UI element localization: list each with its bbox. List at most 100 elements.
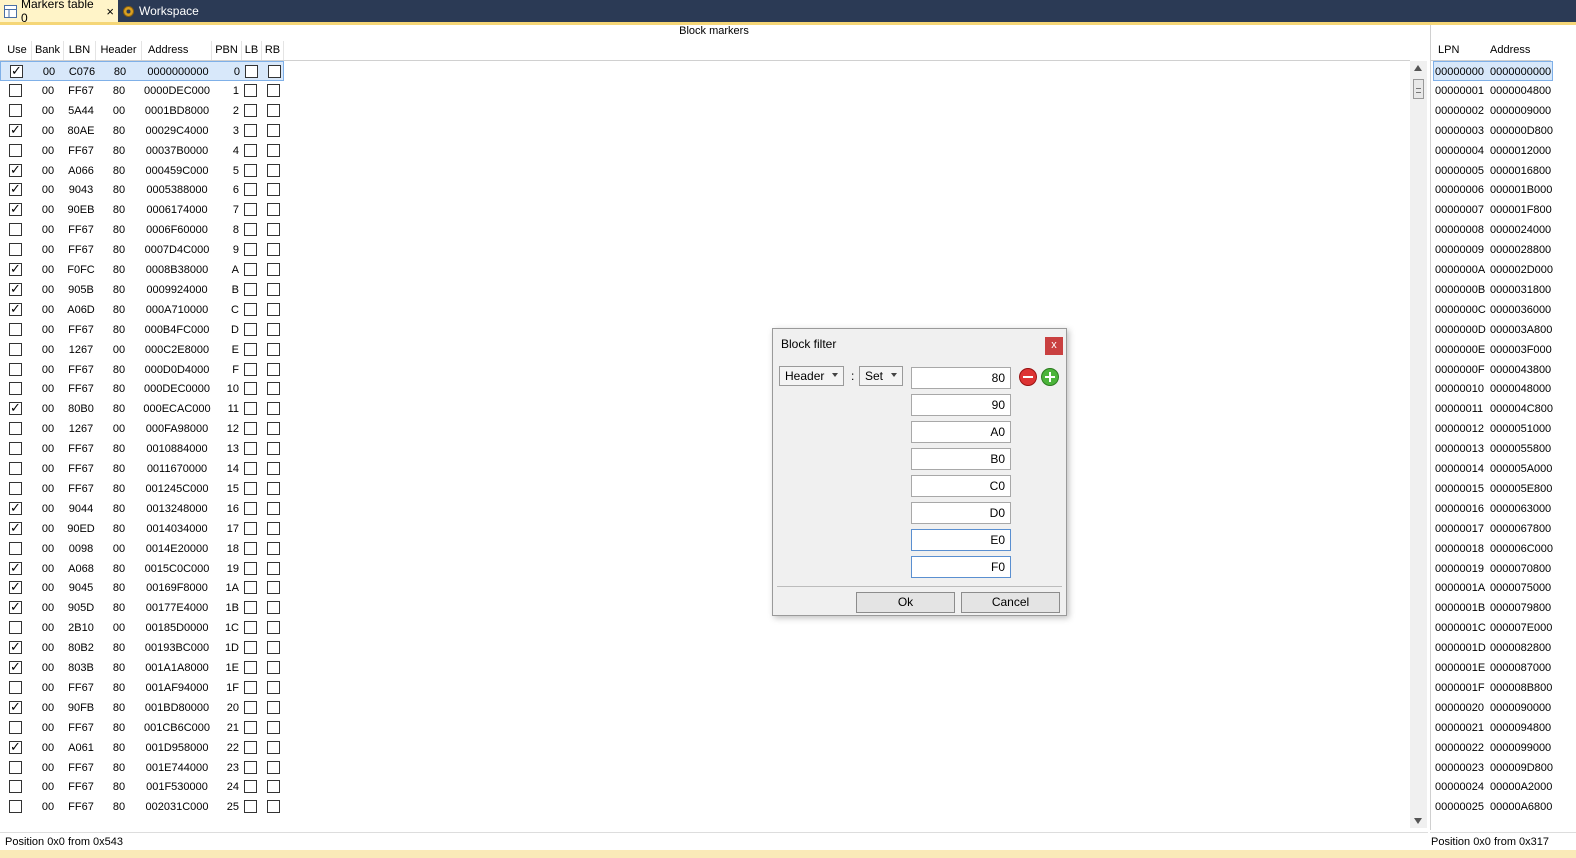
use-checkbox[interactable] xyxy=(9,162,22,178)
column-header-address[interactable]: Address xyxy=(142,41,212,60)
table-row[interactable]: 00 FF67 80 002031C000 25 xyxy=(0,797,300,817)
filter-value-input[interactable]: C0 xyxy=(911,475,1011,497)
lb-checkbox[interactable] xyxy=(244,342,257,356)
rb-checkbox[interactable] xyxy=(267,561,280,575)
rb-checkbox[interactable] xyxy=(267,362,280,376)
table-row[interactable]: 00 803B 80 001A1A8000 1E xyxy=(0,658,300,678)
rb-checkbox[interactable] xyxy=(267,621,280,635)
lpn-row[interactable]: 0000001E 0000087000 xyxy=(1431,658,1576,678)
rb-checkbox[interactable] xyxy=(267,163,280,177)
lb-checkbox[interactable] xyxy=(244,621,257,635)
lpn-row[interactable]: 0000000C 0000036000 xyxy=(1431,300,1576,320)
rb-checkbox[interactable] xyxy=(267,800,280,814)
lb-checkbox[interactable] xyxy=(244,700,257,714)
use-checkbox[interactable] xyxy=(9,281,22,297)
rb-checkbox[interactable] xyxy=(267,700,280,714)
use-checkbox[interactable] xyxy=(9,143,22,157)
lb-checkbox[interactable] xyxy=(244,163,257,177)
lb-checkbox[interactable] xyxy=(244,223,257,237)
rb-checkbox[interactable] xyxy=(267,243,280,257)
lb-checkbox[interactable] xyxy=(244,680,257,694)
use-checkbox[interactable] xyxy=(9,560,22,576)
lpn-row[interactable]: 00000006 000001B000 xyxy=(1431,180,1576,200)
column-header-rb[interactable]: RB xyxy=(262,41,284,60)
use-checkbox[interactable] xyxy=(9,739,22,755)
lpn-row[interactable]: 0000000F 0000043800 xyxy=(1431,360,1576,380)
table-row[interactable]: 00 FF67 80 001AF94000 1F xyxy=(0,678,300,698)
rb-checkbox[interactable] xyxy=(267,720,280,734)
use-checkbox[interactable] xyxy=(9,301,22,317)
lb-checkbox[interactable] xyxy=(244,661,257,674)
lpn-row[interactable]: 00000012 0000051000 xyxy=(1431,419,1576,439)
lb-checkbox[interactable] xyxy=(244,382,257,396)
table-row[interactable]: 00 80AE 80 00029C4000 3 xyxy=(0,121,300,141)
lpn-row[interactable]: 00000002 0000009000 xyxy=(1431,101,1576,121)
column-header-lpn-address[interactable]: Address xyxy=(1490,41,1550,60)
lpn-row[interactable]: 00000022 0000099000 xyxy=(1431,738,1576,758)
remove-value-icon[interactable] xyxy=(1019,368,1037,386)
table-row[interactable]: 00 FF67 80 000D0D4000 F xyxy=(0,360,300,380)
lb-checkbox[interactable] xyxy=(244,780,257,794)
lb-checkbox[interactable] xyxy=(244,641,257,655)
use-checkbox[interactable] xyxy=(9,500,22,516)
operator-select[interactable]: Set xyxy=(859,366,903,386)
use-checkbox[interactable] xyxy=(9,699,22,715)
use-checkbox[interactable] xyxy=(9,382,22,396)
column-header-header[interactable]: Header xyxy=(96,41,142,60)
table-row[interactable]: 00 FF67 80 0010884000 13 xyxy=(0,439,300,459)
lpn-row[interactable]: 0000000E 000003F000 xyxy=(1431,340,1576,360)
use-checkbox[interactable] xyxy=(9,680,22,694)
use-checkbox[interactable] xyxy=(9,261,22,277)
table-row[interactable]: 00 FF67 80 0000DEC000 1 xyxy=(0,81,300,101)
scroll-up-icon[interactable] xyxy=(1414,65,1422,71)
rb-checkbox[interactable] xyxy=(267,601,280,615)
table-row[interactable]: 00 2B10 00 00185D0000 1C xyxy=(0,618,300,638)
lpn-row[interactable]: 0000000D 000003A800 xyxy=(1431,320,1576,340)
column-header-lbn[interactable]: LBN xyxy=(64,41,96,60)
filter-value-input[interactable]: E0 xyxy=(911,529,1011,551)
lpn-row[interactable]: 00000017 0000067800 xyxy=(1431,519,1576,539)
table-row[interactable]: 00 1267 00 000C2E8000 E xyxy=(0,340,300,360)
lb-checkbox[interactable] xyxy=(244,362,257,376)
scroll-down-icon[interactable] xyxy=(1414,818,1422,824)
rb-checkbox[interactable] xyxy=(267,103,280,117)
tab-markers-table[interactable]: Markers table 0 × xyxy=(0,0,118,25)
use-checkbox[interactable] xyxy=(9,322,22,336)
close-dialog-button[interactable]: x xyxy=(1045,337,1063,355)
filter-value-input[interactable]: 90 xyxy=(911,394,1011,416)
lpn-row[interactable]: 00000023 000009D800 xyxy=(1431,758,1576,778)
filter-value-input[interactable]: D0 xyxy=(911,502,1011,524)
lpn-row[interactable]: 0000001F 000008B800 xyxy=(1431,678,1576,698)
lb-checkbox[interactable] xyxy=(244,282,257,296)
use-checkbox[interactable] xyxy=(9,800,22,814)
rb-checkbox[interactable] xyxy=(267,422,280,436)
rb-checkbox[interactable] xyxy=(267,581,280,595)
table-row[interactable]: 00 FF67 80 000DEC0000 10 xyxy=(0,379,300,399)
lpn-row[interactable]: 00000016 0000063000 xyxy=(1431,499,1576,519)
lpn-row[interactable]: 00000013 0000055800 xyxy=(1431,439,1576,459)
lpn-row[interactable]: 00000010 0000048000 xyxy=(1431,379,1576,399)
lb-checkbox[interactable] xyxy=(244,83,257,97)
table-row[interactable]: 00 FF67 80 001CB6C000 21 xyxy=(0,718,300,738)
lb-checkbox[interactable] xyxy=(244,203,257,217)
rb-checkbox[interactable] xyxy=(267,123,280,137)
lpn-row[interactable]: 00000007 000001F800 xyxy=(1431,200,1576,220)
ok-button[interactable]: Ok xyxy=(856,592,955,613)
lpn-row[interactable]: 0000001C 000007E000 xyxy=(1431,618,1576,638)
field-select[interactable]: Header xyxy=(779,366,844,386)
lpn-row[interactable]: 0000000A 000002D000 xyxy=(1431,260,1576,280)
lpn-row[interactable]: 0000001B 0000079800 xyxy=(1431,598,1576,618)
use-checkbox[interactable] xyxy=(9,621,22,635)
lb-checkbox[interactable] xyxy=(244,123,257,137)
lpn-row[interactable]: 00000000 0000000000 xyxy=(1433,61,1553,81)
rb-checkbox[interactable] xyxy=(267,143,280,157)
rb-checkbox[interactable] xyxy=(267,641,280,655)
cancel-button[interactable]: Cancel xyxy=(961,592,1060,613)
table-row[interactable]: 00 9044 80 0013248000 16 xyxy=(0,499,300,519)
table-row[interactable]: 00 80B0 80 000ECAC000 11 xyxy=(0,399,300,419)
use-checkbox[interactable] xyxy=(9,362,22,376)
table-row[interactable]: 00 A061 80 001D958000 22 xyxy=(0,738,300,758)
rb-checkbox[interactable] xyxy=(268,65,281,78)
lb-checkbox[interactable] xyxy=(244,760,257,774)
use-checkbox[interactable] xyxy=(9,181,22,197)
